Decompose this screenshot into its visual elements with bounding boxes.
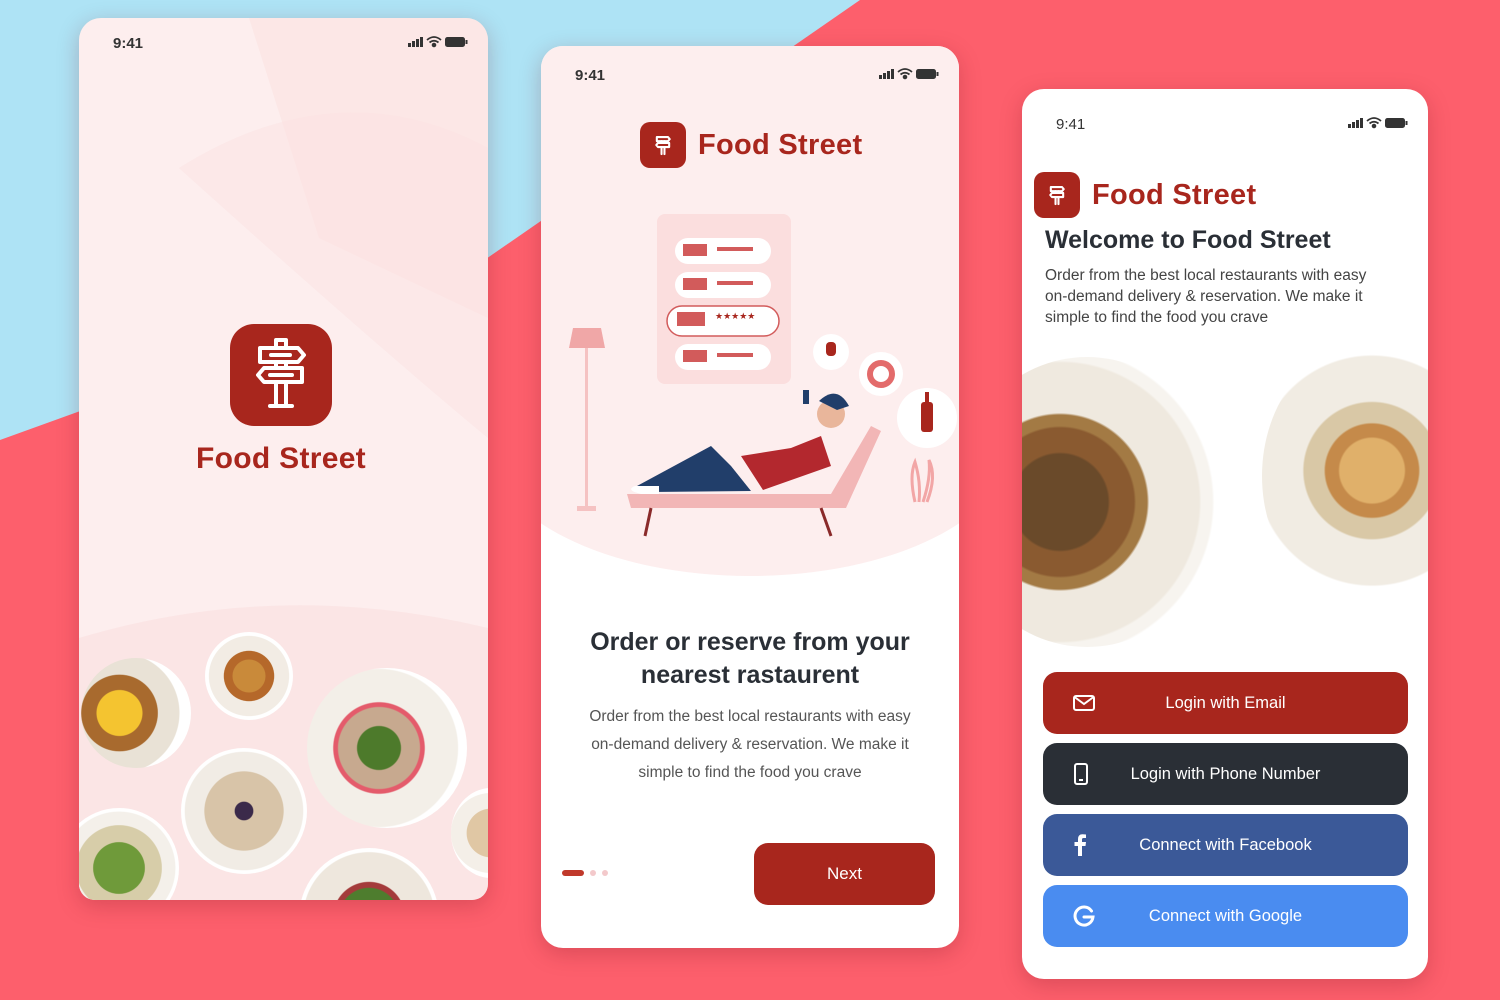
login-screen: 9:41 Food Street Welcome to Food Street … xyxy=(1022,89,1428,979)
app-logo xyxy=(1034,172,1080,218)
app-name: Food Street xyxy=(1092,178,1257,211)
page-dot[interactable] xyxy=(590,870,596,876)
status-bar: 9:41 xyxy=(79,32,488,56)
button-label: Login with Email xyxy=(1165,693,1286,712)
status-time: 9:41 xyxy=(113,35,144,52)
button-label: Connect with Facebook xyxy=(1139,835,1312,854)
status-bar: 9:41 xyxy=(1022,113,1428,137)
login-phone-button[interactable]: Login with Phone Number xyxy=(1043,743,1408,805)
app-logo xyxy=(640,122,686,168)
status-time: 9:41 xyxy=(1056,116,1086,133)
mail-icon xyxy=(1073,695,1095,711)
desc-line: simple to find the food you crave xyxy=(638,764,862,781)
signpost-icon xyxy=(1049,186,1065,206)
svg-text:★★★★★: ★★★★★ xyxy=(715,311,755,321)
page-dot[interactable] xyxy=(602,870,608,876)
app-logo xyxy=(230,324,332,426)
desc-line: simple to find the food you crave xyxy=(1045,309,1269,326)
welcome-title: Welcome to Food Street xyxy=(1045,226,1331,254)
status-icons xyxy=(408,34,468,54)
wifi-icon xyxy=(1366,117,1382,129)
desc-line: on-demand delivery & reservation. We mak… xyxy=(591,736,909,753)
signal-icon xyxy=(879,69,894,79)
food-plate-image xyxy=(1262,341,1428,611)
connect-google-button[interactable]: Connect with Google xyxy=(1043,885,1408,947)
app-name: Food Street xyxy=(698,128,863,161)
status-bar: 9:41 xyxy=(541,64,959,88)
google-icon xyxy=(1073,905,1095,927)
page-dot-active[interactable] xyxy=(562,870,584,876)
facebook-icon xyxy=(1073,834,1087,856)
signal-icon xyxy=(1348,118,1363,128)
brand-header: Food Street xyxy=(640,122,862,168)
desc-line: Order from the best local restaurants wi… xyxy=(589,708,911,725)
wifi-icon xyxy=(426,36,442,48)
food-plate-image xyxy=(205,632,293,720)
page-indicator xyxy=(562,870,614,876)
status-icons xyxy=(1348,115,1408,135)
phone-icon xyxy=(1073,763,1089,785)
connect-facebook-button[interactable]: Connect with Facebook xyxy=(1043,814,1408,876)
food-plate-image xyxy=(1022,357,1222,647)
battery-icon xyxy=(916,69,939,79)
button-label: Login with Phone Number xyxy=(1130,764,1321,783)
welcome-description: Order from the best local restaurants wi… xyxy=(1045,265,1405,328)
battery-icon xyxy=(445,37,468,47)
desc-line: on-demand delivery & reservation. We mak… xyxy=(1045,288,1363,305)
app-name: Food Street xyxy=(196,442,366,475)
title-line: nearest rastaurent xyxy=(640,661,860,689)
signal-icon xyxy=(408,37,423,47)
next-button[interactable]: Next xyxy=(754,843,935,905)
donut-bubble xyxy=(859,352,903,396)
login-email-button[interactable]: Login with Email xyxy=(1043,672,1408,734)
onboarding-screen: ★★★★★ 9:41 Food Street Order or reserve … xyxy=(541,46,959,948)
splash-screen: 9:41 Food Street xyxy=(79,18,488,900)
title-line: Order or reserve from your xyxy=(590,628,910,656)
status-time: 9:41 xyxy=(575,67,606,84)
signpost-icon xyxy=(256,338,306,408)
battery-icon xyxy=(1385,118,1408,128)
status-icons xyxy=(879,66,939,86)
food-plate-image xyxy=(81,658,191,768)
button-label: Connect with Google xyxy=(1148,906,1303,925)
wifi-icon xyxy=(897,68,913,80)
onboarding-description: Order from the best local restaurants wi… xyxy=(565,703,935,787)
desc-line: Order from the best local restaurants wi… xyxy=(1045,267,1367,284)
food-plate-image xyxy=(307,668,467,828)
brand-header: Food Street xyxy=(1034,172,1256,218)
food-plate-image xyxy=(181,748,307,874)
onboarding-title: Order or reserve from your nearest rasta… xyxy=(561,626,939,692)
signpost-icon xyxy=(655,136,671,156)
